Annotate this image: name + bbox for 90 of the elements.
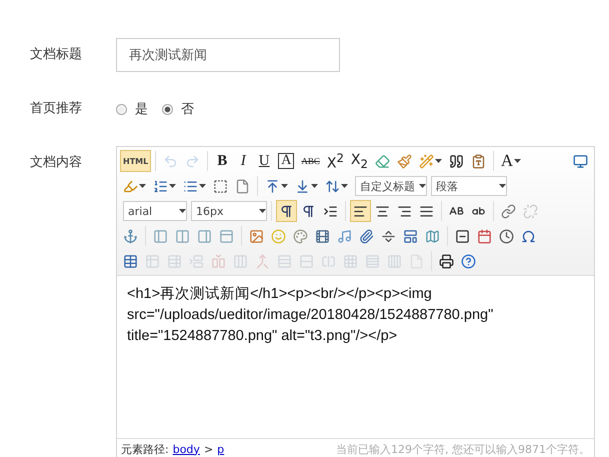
field-label: 首页推荐 — [30, 100, 83, 118]
smiley-icon — [271, 228, 286, 244]
clipboard-icon — [470, 154, 486, 168]
radio-button[interactable] — [116, 104, 127, 114]
wand-icon — [418, 154, 434, 168]
merge-icon — [255, 254, 270, 268]
caret-icon — [259, 209, 266, 213]
indent-icon — [323, 204, 338, 218]
toolbar-button[interactable]: X$_{2}$ — [348, 150, 371, 172]
float-none-icon — [175, 228, 190, 244]
redo-icon — [185, 154, 200, 168]
toolbar-button[interactable]: U — [254, 150, 274, 172]
rows-icon — [277, 254, 292, 268]
grid-icon — [343, 254, 358, 268]
float-left-icon — [153, 228, 168, 244]
highlighter-icon — [123, 178, 138, 194]
path-label: 元素路径: — [121, 442, 169, 456]
anchor-icon — [123, 228, 138, 244]
toolbar-button[interactable]: HTML — [120, 150, 152, 172]
spacing-top-icon — [265, 178, 280, 194]
pilcrow-icon — [301, 204, 316, 218]
title-input[interactable]: 再次测试新闻 — [116, 38, 340, 72]
pilcrow-icon — [279, 204, 294, 218]
toolbar-button[interactable] — [276, 200, 297, 222]
blank-page-icon — [235, 178, 250, 194]
table-icon — [123, 254, 138, 268]
radio-button[interactable] — [162, 104, 173, 114]
unlink-icon — [523, 204, 538, 218]
insert-row-icon — [189, 254, 204, 268]
spacing-bottom-icon — [295, 178, 310, 194]
center-block-icon — [219, 228, 234, 244]
minus-box-icon — [455, 228, 470, 244]
radio-label: 是 — [135, 101, 148, 118]
dashed-box-icon — [213, 178, 228, 194]
path-link[interactable]: p — [217, 442, 224, 456]
bullet-list-icon — [183, 178, 198, 194]
paperclip-icon — [359, 228, 374, 244]
image-icon — [249, 228, 264, 244]
eraser-icon — [374, 154, 390, 168]
help-icon — [461, 254, 476, 268]
caret-icon — [499, 184, 506, 188]
clock-icon — [499, 228, 514, 244]
radio-label: 否 — [181, 101, 194, 118]
toolbar-button[interactable]: A — [498, 150, 524, 172]
numbered-list-icon — [153, 178, 168, 194]
dropdown-select[interactable]: 自定义标题 — [355, 176, 427, 196]
rows-icon — [299, 254, 314, 268]
toolbar-button[interactable]: ABC — [298, 150, 323, 172]
calendar-icon — [477, 228, 492, 244]
float-right-icon — [197, 228, 212, 244]
toolbar-button[interactable]: B — [212, 150, 232, 172]
caret-icon — [179, 209, 186, 213]
line-height-icon — [325, 178, 340, 194]
dropdown-select[interactable]: 16px — [191, 201, 267, 221]
align-left-icon — [353, 204, 368, 218]
page-break-icon — [381, 228, 396, 244]
split-icon — [321, 254, 336, 268]
undo-icon — [163, 154, 178, 168]
palette-icon — [293, 228, 308, 244]
path-separator: > — [204, 442, 214, 456]
toolbar-button[interactable]: I — [233, 150, 254, 172]
align-justify-icon — [419, 204, 434, 218]
path-link[interactable]: body — [172, 442, 200, 456]
editor-content[interactable]: <h1>再次测试新闻</h1><p><br/></p><p><img src="/uploads/ueditor/image/20180428/1524887780.png" title="1524887780.png" alt="t3.png"/></p> — [117, 276, 594, 438]
printer-icon — [439, 254, 454, 268]
rows-icon — [365, 254, 380, 268]
toolbar-button[interactable]: X$^{2}$ — [324, 150, 347, 172]
brush-icon — [396, 154, 412, 168]
insert-column-icon — [211, 254, 226, 268]
monitor-icon — [573, 154, 588, 168]
template-icon — [403, 228, 418, 244]
toolbar-button[interactable] — [350, 200, 371, 222]
table-icon — [167, 254, 182, 268]
dropdown-select[interactable]: 段落 — [431, 176, 507, 196]
align-center-icon — [375, 204, 390, 218]
link-icon — [501, 204, 516, 218]
field-label: 文档标题 — [30, 46, 83, 64]
music-note-icon — [337, 228, 352, 244]
film-icon — [315, 228, 330, 244]
columns-icon — [387, 254, 402, 268]
omega-icon — [521, 228, 536, 244]
columns-icon — [233, 254, 248, 268]
dropdown-select[interactable]: arial — [123, 201, 187, 221]
character-count: 当前已输入129个字符, 您还可以输入9871个字符。 — [336, 442, 590, 456]
field-label: 文档内容 — [30, 154, 83, 172]
table-icon — [145, 254, 160, 268]
align-right-icon — [397, 204, 412, 218]
map-icon — [425, 228, 440, 244]
caret-icon — [419, 184, 426, 188]
quote-icon — [448, 154, 464, 168]
